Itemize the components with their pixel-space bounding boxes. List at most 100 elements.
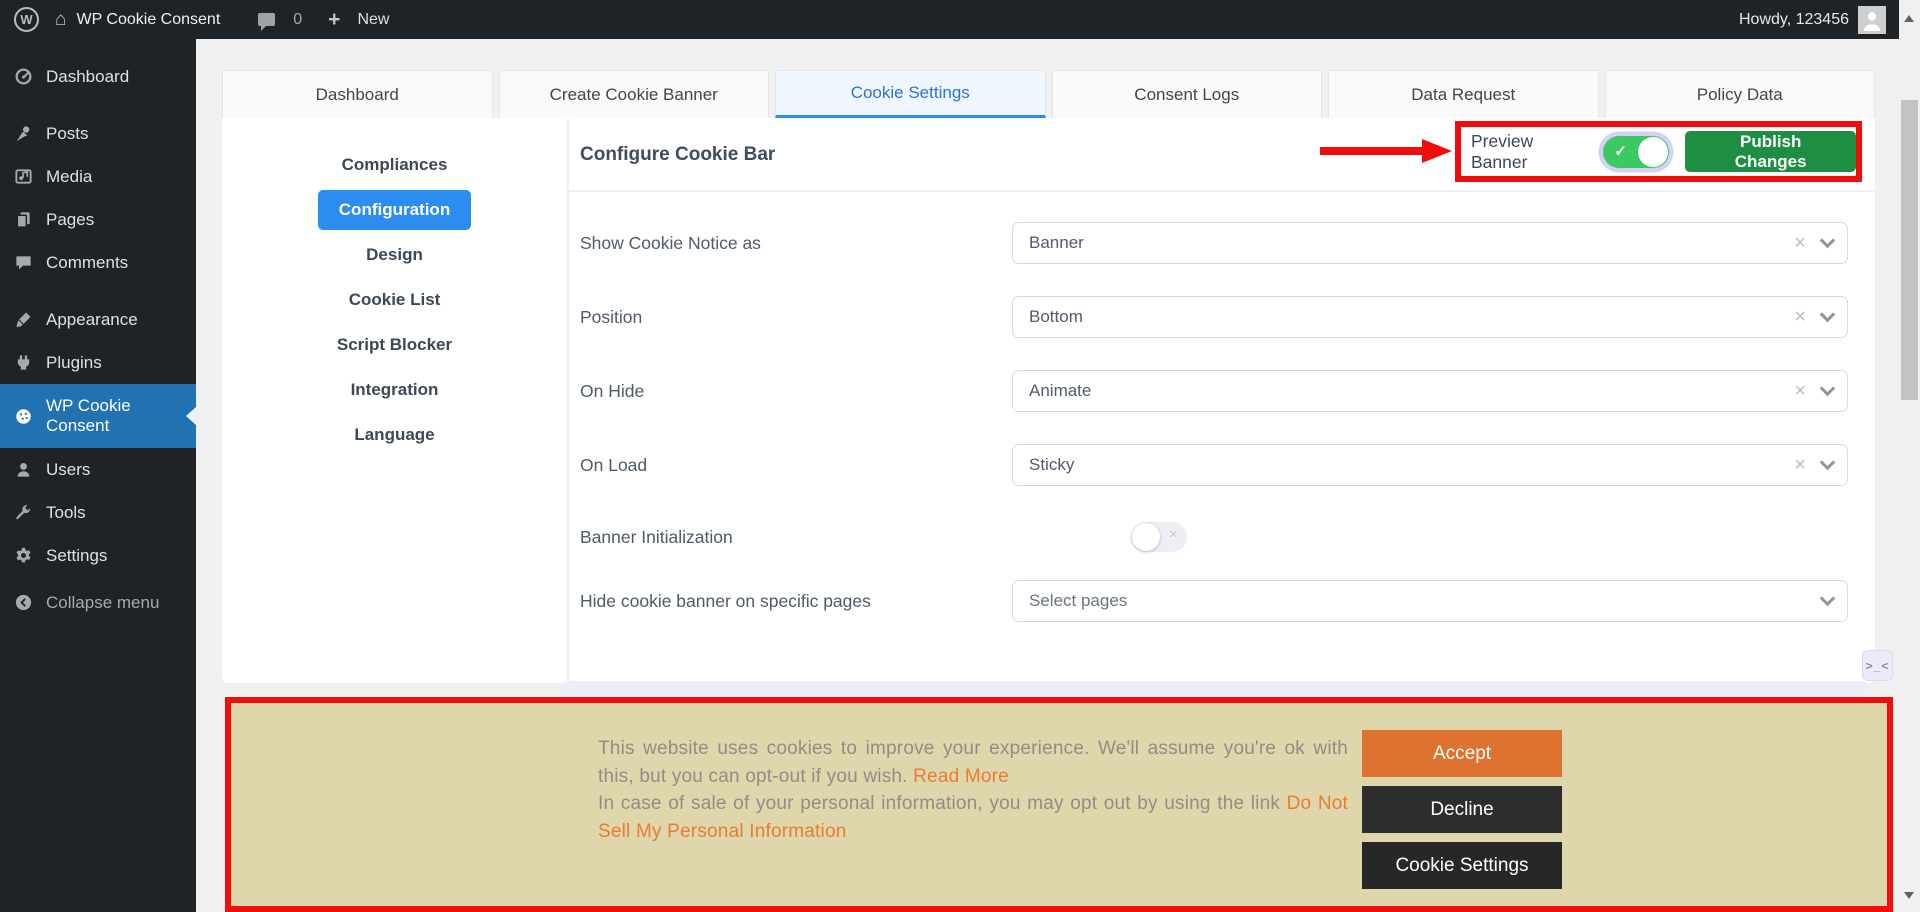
chevron-down-icon[interactable] <box>1820 232 1836 248</box>
comments-bubble-icon[interactable] <box>258 13 275 26</box>
tab-policy-data[interactable]: Policy Data <box>1605 70 1876 118</box>
field-label: Show Cookie Notice as <box>580 233 761 254</box>
field-label: Banner Initialization <box>580 527 733 548</box>
scroll-down-icon[interactable] <box>1904 892 1914 904</box>
cookie-settings-panel: Compliances Configuration Design Cookie … <box>222 118 1875 683</box>
header-divider <box>567 190 1875 192</box>
dashboard-icon <box>14 67 34 86</box>
panel-bottom-edge <box>560 681 1870 697</box>
plugin-tabs: Dashboard Create Cookie Banner Cookie Se… <box>222 70 1875 118</box>
subnav-item-configuration[interactable]: Configuration <box>318 190 471 230</box>
sidebar-item-comments[interactable]: Comments <box>0 241 196 284</box>
sidebar-item-media[interactable]: Media <box>0 155 196 198</box>
chevron-down-icon[interactable] <box>1820 454 1836 470</box>
settings-subnav: Compliances Configuration Design Cookie … <box>222 118 567 683</box>
chevron-down-icon[interactable] <box>1820 306 1836 322</box>
accept-button[interactable]: Accept <box>1362 730 1562 777</box>
account-menu[interactable]: Howdy, 123456 <box>1739 0 1886 39</box>
annotation-arrow <box>1318 138 1454 164</box>
collapse-arrow-icon <box>14 593 34 612</box>
subnav-item-design[interactable]: Design <box>366 232 423 277</box>
subnav-item-script-blocker[interactable]: Script Blocker <box>337 322 452 367</box>
tab-data-request[interactable]: Data Request <box>1328 70 1599 118</box>
pushpin-icon <box>14 124 34 143</box>
subnav-item-language[interactable]: Language <box>354 412 434 457</box>
scroll-up-icon[interactable] <box>1904 10 1914 22</box>
home-icon[interactable]: ⌂ <box>55 10 66 29</box>
active-menu-notch <box>177 407 196 425</box>
toggle-off-icon: × <box>1169 526 1178 543</box>
field-row-hide-pages: Hide cookie banner on specific pages Sel… <box>580 580 1848 622</box>
cookie-banner-preview: This website uses cookies to improve you… <box>225 697 1893 912</box>
howdy-label[interactable]: Howdy, 123456 <box>1739 11 1849 29</box>
annotation-box-preview-publish: Preview Banner ✓ Publish Changes <box>1455 121 1862 182</box>
configuration-form: Configure Cookie Bar Show Cookie Notice … <box>567 118 1875 683</box>
wrench-icon <box>14 503 34 522</box>
clear-icon[interactable]: × <box>1794 455 1806 475</box>
field-label: Position <box>580 307 642 328</box>
admin-bar: W ⌂ WP Cookie Consent 0 + New Howdy, 123… <box>0 0 1920 39</box>
sidebar-item-users[interactable]: Users <box>0 448 196 491</box>
field-label: Hide cookie banner on specific pages <box>580 591 871 612</box>
pages-icon <box>14 210 34 229</box>
field-label: On Hide <box>580 381 644 402</box>
sidebar-item-plugins[interactable]: Plugins <box>0 341 196 384</box>
avatar[interactable] <box>1858 6 1886 34</box>
clear-icon[interactable]: × <box>1794 307 1806 327</box>
collapse-menu-button[interactable]: Collapse menu <box>0 581 196 624</box>
tab-consent-logs[interactable]: Consent Logs <box>1052 70 1323 118</box>
new-menu-item[interactable]: New <box>357 11 389 29</box>
decline-button[interactable]: Decline <box>1362 786 1562 833</box>
scrollbar-thumb[interactable] <box>1901 100 1918 400</box>
chevron-down-icon[interactable] <box>1820 380 1836 396</box>
clear-icon[interactable]: × <box>1794 381 1806 401</box>
field-row-on-hide: On Hide Animate × <box>580 370 1848 412</box>
cookie-settings-button[interactable]: Cookie Settings <box>1362 842 1562 889</box>
user-icon <box>14 460 34 479</box>
page-scrollbar[interactable] <box>1899 0 1920 912</box>
plus-new-icon[interactable]: + <box>328 9 340 30</box>
field-row-on-load: On Load Sticky × <box>580 444 1848 486</box>
on-hide-select[interactable]: Animate × <box>1012 370 1848 412</box>
tab-create-cookie-banner[interactable]: Create Cookie Banner <box>499 70 770 118</box>
plug-icon <box>14 353 34 372</box>
site-name-link[interactable]: WP Cookie Consent <box>76 11 220 29</box>
sidebar-item-wp-cookie-consent[interactable]: WP Cookie Consent <box>0 384 196 448</box>
field-label: On Load <box>580 455 647 476</box>
read-more-link[interactable]: Read More <box>913 766 1009 787</box>
check-icon: ✓ <box>1614 142 1627 160</box>
preview-banner-toggle[interactable]: ✓ <box>1603 136 1669 168</box>
admin-sidebar: Dashboard Posts Media Pages Comments App… <box>0 39 196 912</box>
banner-initialization-toggle[interactable]: × <box>1131 522 1187 552</box>
field-row-position: Position Bottom × <box>580 296 1848 338</box>
cookie-banner-message: This website uses cookies to improve you… <box>598 735 1348 845</box>
clear-icon[interactable]: × <box>1794 233 1806 253</box>
sidebar-item-tools[interactable]: Tools <box>0 491 196 534</box>
notice-type-select[interactable]: Banner × <box>1012 222 1848 264</box>
cookie-banner-buttons: Accept Decline Cookie Settings <box>1362 730 1562 889</box>
comment-count[interactable]: 0 <box>293 11 302 29</box>
subnav-item-integration[interactable]: Integration <box>351 367 439 412</box>
toggle-knob <box>1638 137 1668 167</box>
subnav-item-cookie-list[interactable]: Cookie List <box>349 277 441 322</box>
hide-pages-select[interactable]: Select pages <box>1012 580 1848 622</box>
toggle-knob <box>1132 523 1160 551</box>
comment-icon <box>14 253 34 272</box>
wordpress-logo-icon[interactable]: W <box>14 7 39 32</box>
sidebar-item-posts[interactable]: Posts <box>0 112 196 155</box>
position-select[interactable]: Bottom × <box>1012 296 1848 338</box>
preview-banner-label: Preview Banner <box>1471 131 1593 173</box>
cookie-icon <box>14 407 34 426</box>
tab-cookie-settings[interactable]: Cookie Settings <box>775 70 1046 118</box>
publish-changes-button[interactable]: Publish Changes <box>1685 131 1856 172</box>
sidebar-item-settings[interactable]: Settings <box>0 534 196 577</box>
sidebar-item-pages[interactable]: Pages <box>0 198 196 241</box>
resize-handle-icon[interactable]: >_< <box>1862 650 1893 681</box>
sidebar-item-dashboard[interactable]: Dashboard <box>0 55 196 98</box>
field-row-banner-initialization: Banner Initialization × <box>580 516 1848 558</box>
chevron-down-icon[interactable] <box>1820 590 1836 606</box>
subnav-item-compliances[interactable]: Compliances <box>342 142 448 187</box>
tab-dashboard[interactable]: Dashboard <box>222 70 493 118</box>
on-load-select[interactable]: Sticky × <box>1012 444 1848 486</box>
sidebar-item-appearance[interactable]: Appearance <box>0 298 196 341</box>
